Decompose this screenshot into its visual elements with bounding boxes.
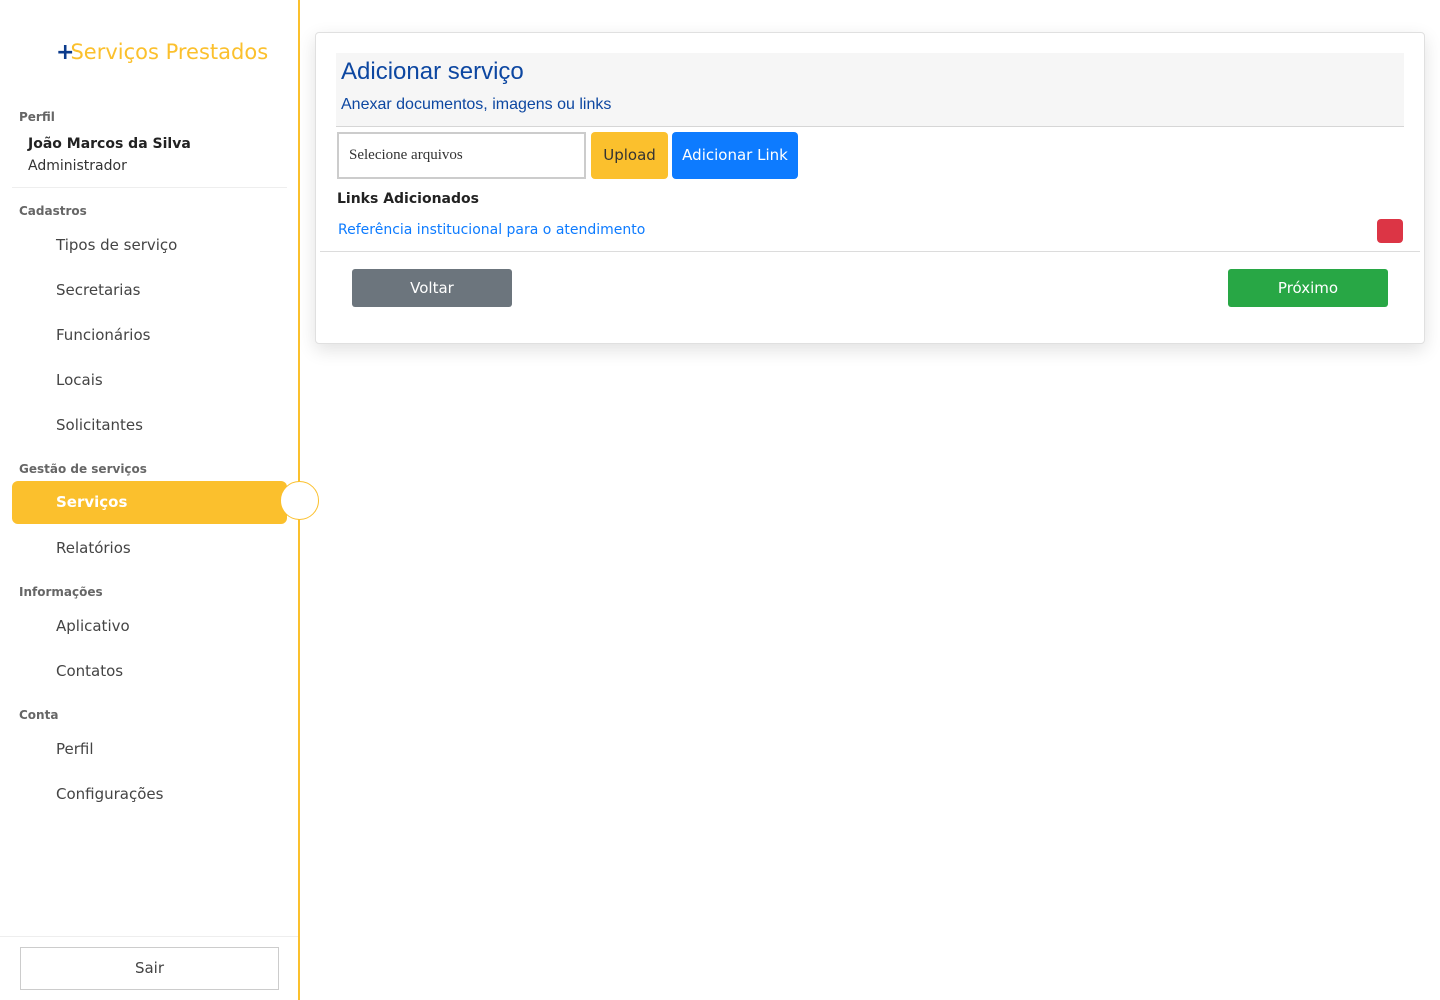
active-indicator xyxy=(280,481,319,520)
delete-link-button[interactable] xyxy=(1377,219,1403,243)
page-subtitle: Anexar documentos, imagens ou links xyxy=(341,96,612,113)
sidebar-item-perfil[interactable]: Perfil xyxy=(12,728,287,771)
add-link-button[interactable]: Adicionar Link xyxy=(672,132,798,179)
sidebar-item-tipos-de-servico[interactable]: Tipos de serviço xyxy=(12,224,287,267)
next-button[interactable]: Próximo xyxy=(1228,269,1388,307)
section-label-cadastros: Cadastros xyxy=(19,204,87,218)
sidebar-item-contatos[interactable]: Contatos xyxy=(12,650,287,693)
app-logo[interactable]: +Serviços Prestados xyxy=(56,40,268,65)
sidebar-item-secretarias[interactable]: Secretarias xyxy=(12,269,287,312)
sidebar: +Serviços Prestados Perfil João Marcos d… xyxy=(0,0,300,1000)
added-link[interactable]: Referência institucional para o atendime… xyxy=(338,222,645,238)
section-label-perfil: Perfil xyxy=(19,110,55,124)
sidebar-item-relatorios[interactable]: Relatórios xyxy=(12,527,287,570)
sidebar-item-solicitantes[interactable]: Solicitantes xyxy=(12,404,287,447)
card-header: Adicionar serviço Anexar documentos, ima… xyxy=(336,53,1404,127)
add-service-card: Adicionar serviço Anexar documentos, ima… xyxy=(315,32,1425,344)
sidebar-item-servicos[interactable]: Serviços xyxy=(12,481,287,524)
links-heading: Links Adicionados xyxy=(337,191,479,207)
user-role: Administrador xyxy=(28,158,127,174)
sidebar-item-locais[interactable]: Locais xyxy=(12,359,287,402)
page-title: Adicionar serviço xyxy=(341,58,524,85)
section-label-informacoes: Informações xyxy=(19,585,103,599)
app-title: Serviços Prestados xyxy=(70,40,269,64)
sidebar-item-funcionarios[interactable]: Funcionários xyxy=(12,314,287,357)
section-label-conta: Conta xyxy=(19,708,59,722)
card-divider xyxy=(320,251,1420,252)
sidebar-divider xyxy=(12,187,287,188)
sidebar-item-aplicativo[interactable]: Aplicativo xyxy=(12,605,287,648)
user-name: João Marcos da Silva xyxy=(28,136,191,152)
section-label-gestao: Gestão de serviços xyxy=(19,462,147,476)
sidebar-item-configuracoes[interactable]: Configurações xyxy=(12,773,287,816)
back-button[interactable]: Voltar xyxy=(352,269,512,307)
upload-button[interactable]: Upload xyxy=(591,132,668,179)
file-select-input[interactable]: Selecione arquivos xyxy=(337,132,586,179)
logout-button[interactable]: Sair xyxy=(20,947,279,990)
